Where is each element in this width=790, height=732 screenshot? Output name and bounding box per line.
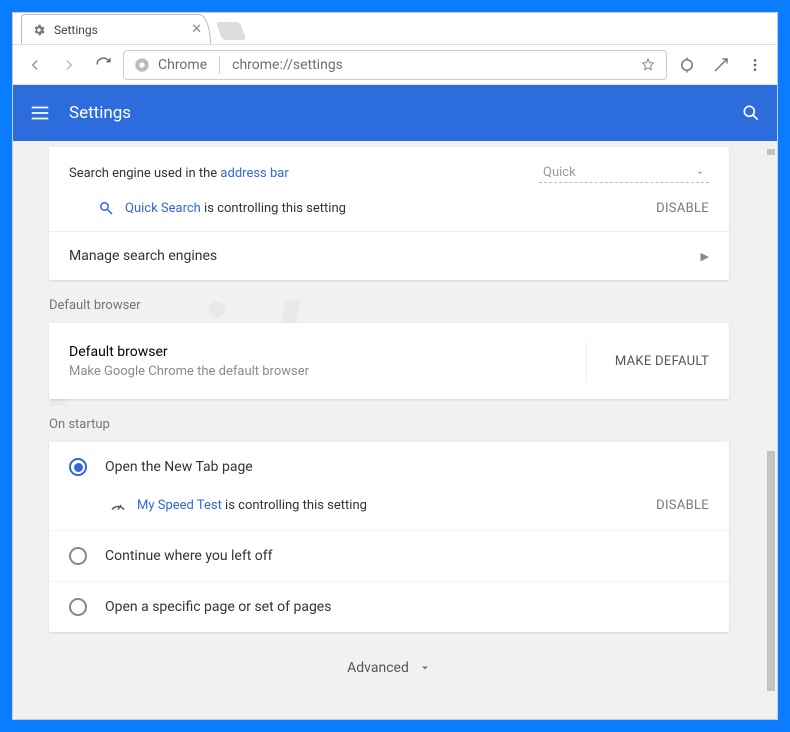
chrome-menu-button[interactable] <box>741 51 769 79</box>
default-browser-card: Default browser Make Google Chrome the d… <box>49 323 729 399</box>
default-browser-subtitle: Make Google Chrome the default browser <box>69 364 309 379</box>
startup-option-new-tab[interactable]: Open the New Tab page <box>49 442 729 492</box>
forward-button[interactable] <box>55 51 83 79</box>
radio-unchecked-icon <box>69 598 87 616</box>
speedometer-icon <box>109 496 127 514</box>
search-engine-label: Search engine used in the <box>69 166 220 181</box>
back-button[interactable] <box>21 51 49 79</box>
search-icon[interactable] <box>741 103 761 123</box>
disable-search-extension-button[interactable]: DISABLE <box>656 201 709 216</box>
startup-option-label: Open the New Tab page <box>105 459 253 475</box>
omnibox-divider <box>219 56 220 74</box>
default-browser-title: Default browser <box>69 344 309 360</box>
chevron-right-icon: ▶ <box>701 250 709 263</box>
scrollbar-arrow-up[interactable] <box>767 149 775 155</box>
on-startup-card: Open the New Tab page My Speed Test is c… <box>49 442 729 632</box>
address-bar[interactable]: Chrome chrome://settings <box>123 50 667 80</box>
star-icon[interactable] <box>640 57 656 73</box>
settings-title: Settings <box>69 103 131 123</box>
nav-toolbar: Chrome chrome://settings <box>13 45 777 85</box>
radio-checked-icon <box>69 458 87 476</box>
search-engine-card: Search engine used in the address bar Qu… <box>49 147 729 280</box>
chrome-logo-icon <box>134 57 150 73</box>
close-tab-icon[interactable]: ✕ <box>191 22 202 37</box>
tab-title: Settings <box>54 23 98 37</box>
extension-search-icon <box>97 199 115 217</box>
startup-controlling-extension-link[interactable]: My Speed Test <box>137 498 222 513</box>
search-engine-row: Search engine used in the address bar Qu… <box>49 147 729 189</box>
tab-settings[interactable]: Settings ✕ <box>21 14 211 44</box>
new-tab-button[interactable] <box>216 22 247 40</box>
startup-controlled-row: My Speed Test is controlling this settin… <box>49 492 729 530</box>
settings-content: pcrisk.com Search engine used in the add… <box>13 141 777 719</box>
radio-unchecked-icon <box>69 547 87 565</box>
extension-icon[interactable] <box>673 51 701 79</box>
controlling-extension-link[interactable]: Quick Search <box>125 201 201 216</box>
gear-icon <box>32 23 46 37</box>
manage-search-engines-row[interactable]: Manage search engines ▶ <box>49 231 729 280</box>
startup-option-specific[interactable]: Open a specific page or set of pages <box>49 581 729 632</box>
omnibox-url: chrome://settings <box>232 57 343 73</box>
disable-startup-extension-button[interactable]: DISABLE <box>656 498 709 513</box>
advanced-label: Advanced <box>347 660 409 676</box>
startup-option-label: Continue where you left off <box>105 548 273 564</box>
address-bar-link[interactable]: address bar <box>220 166 288 181</box>
on-startup-section-label: On startup <box>49 417 729 432</box>
startup-controlling-suffix: is controlling this setting <box>222 498 367 513</box>
extension-icon-2[interactable] <box>707 51 735 79</box>
manage-search-engines-label: Manage search engines <box>69 248 217 264</box>
browser-window: Settings ✕ Chrome chrome://settings <box>12 12 778 720</box>
make-default-button[interactable]: MAKE DEFAULT <box>586 341 709 381</box>
tab-strip: Settings ✕ <box>13 13 777 45</box>
scrollbar-thumb[interactable] <box>767 451 775 691</box>
settings-header: Settings <box>13 85 777 141</box>
default-browser-section-label: Default browser <box>49 298 729 313</box>
omnibox-scheme: Chrome <box>158 57 207 73</box>
chevron-down-icon <box>419 662 431 674</box>
search-engine-selected: Quick <box>543 165 576 180</box>
chevron-down-icon <box>695 168 705 178</box>
scrollbar[interactable] <box>765 141 775 719</box>
advanced-toggle[interactable]: Advanced <box>49 660 729 676</box>
search-engine-select[interactable]: Quick <box>539 163 709 183</box>
controlling-suffix: is controlling this setting <box>201 201 346 216</box>
reload-button[interactable] <box>89 51 117 79</box>
startup-option-continue[interactable]: Continue where you left off <box>49 530 729 581</box>
hamburger-icon[interactable] <box>29 102 51 124</box>
startup-option-label: Open a specific page or set of pages <box>105 599 331 615</box>
search-engine-controlled-row: Quick Search is controlling this setting… <box>49 189 729 231</box>
default-browser-row: Default browser Make Google Chrome the d… <box>49 323 729 399</box>
